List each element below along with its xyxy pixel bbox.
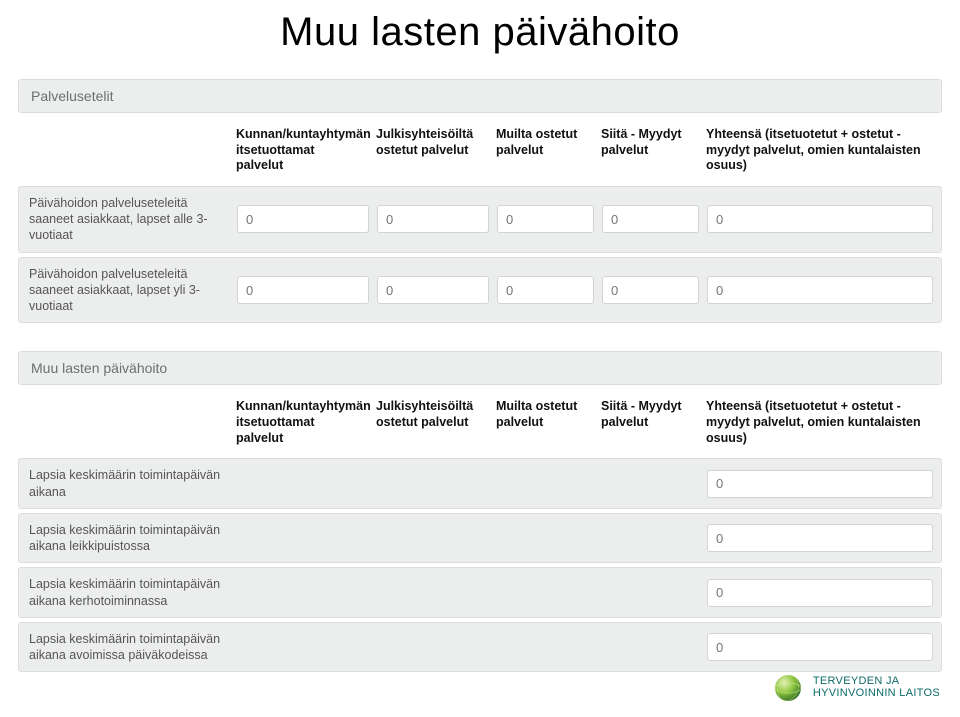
empty-cell (233, 534, 703, 542)
row-label: Päivähoidon palveluseteleitä saaneet asi… (23, 193, 233, 246)
table1-col-itsetuottamat: Kunnan/kuntayhtymän itsetuottamat palvel… (228, 121, 368, 182)
row-label: Päivähoidon palveluseteleitä saaneet asi… (23, 264, 233, 317)
table2-row: Lapsia keskimäärin toimintapäivän aikana… (18, 622, 942, 673)
row-label: Lapsia keskimäärin toimintapäivän aikana… (23, 629, 233, 666)
value-input[interactable] (707, 470, 933, 498)
logo-text: TERVEYDEN JA HYVINVOINNIN LAITOS (813, 676, 940, 699)
table1-col-empty (18, 121, 228, 182)
table1-col-myydyt: Siitä - Myydyt palvelut (593, 121, 698, 182)
empty-cell (233, 480, 703, 488)
table2-col-yhteensa: Yhteensä (itsetuotetut + ostetut - myydy… (698, 393, 942, 454)
value-input[interactable] (497, 276, 594, 304)
value-input[interactable] (377, 276, 489, 304)
value-input[interactable] (602, 205, 699, 233)
globe-icon (773, 673, 803, 703)
table2-row: Lapsia keskimäärin toimintapäivän aikana… (18, 513, 942, 564)
value-input[interactable] (707, 579, 933, 607)
table1-col-yhteensa: Yhteensä (itsetuotetut + ostetut - myydy… (698, 121, 942, 182)
value-input[interactable] (237, 205, 369, 233)
table1-header-row: Kunnan/kuntayhtymän itsetuottamat palvel… (18, 121, 942, 182)
spacer (18, 327, 942, 345)
thl-logo: TERVEYDEN JA HYVINVOINNIN LAITOS (773, 673, 940, 703)
table1-row: Päivähoidon palveluseteleitä saaneet asi… (18, 186, 942, 253)
table2-col-empty (18, 393, 228, 454)
table1-col-julkisyhteisoilta: Julkisyhteisöiltä ostetut palvelut (368, 121, 488, 182)
value-input[interactable] (707, 524, 933, 552)
value-input[interactable] (707, 205, 933, 233)
value-input[interactable] (602, 276, 699, 304)
page-title: Muu lasten päivähoito (18, 0, 942, 73)
value-input[interactable] (707, 276, 933, 304)
table1-row: Päivähoidon palveluseteleitä saaneet asi… (18, 257, 942, 324)
section-header-muu-lasten: Muu lasten päivähoito (18, 351, 942, 385)
logo-line2: HYVINVOINNIN LAITOS (813, 688, 940, 700)
empty-cell (233, 643, 703, 651)
table2-row: Lapsia keskimäärin toimintapäivän aikana (18, 458, 942, 509)
table1-col-muilta: Muilta ostetut palvelut (488, 121, 593, 182)
row-label: Lapsia keskimäärin toimintapäivän aikana… (23, 520, 233, 557)
empty-cell (233, 589, 703, 597)
table2-col-julkisyhteisoilta: Julkisyhteisöiltä ostetut palvelut (368, 393, 488, 454)
table2-header-row: Kunnan/kuntayhtymän itsetuottamat palvel… (18, 393, 942, 454)
table2-col-muilta: Muilta ostetut palvelut (488, 393, 593, 454)
value-input[interactable] (237, 276, 369, 304)
table2-col-itsetuottamat: Kunnan/kuntayhtymän itsetuottamat palvel… (228, 393, 368, 454)
value-input[interactable] (497, 205, 594, 233)
table2-row: Lapsia keskimäärin toimintapäivän aikana… (18, 567, 942, 618)
value-input[interactable] (707, 633, 933, 661)
table2-col-myydyt: Siitä - Myydyt palvelut (593, 393, 698, 454)
page: Muu lasten päivähoito Palvelusetelit Kun… (0, 0, 960, 717)
row-label: Lapsia keskimäärin toimintapäivän aikana (23, 465, 233, 502)
value-input[interactable] (377, 205, 489, 233)
section-header-palvelusetelit: Palvelusetelit (18, 79, 942, 113)
row-label: Lapsia keskimäärin toimintapäivän aikana… (23, 574, 233, 611)
